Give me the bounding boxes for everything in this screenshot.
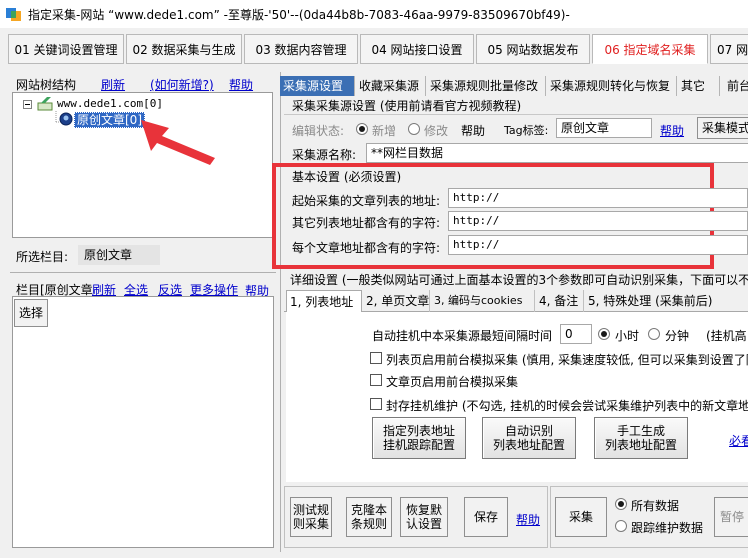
source-name-input[interactable]: **网栏目数据 [366,143,748,163]
select-button[interactable]: 选择 [14,299,48,327]
tab-data-content[interactable]: 03 数据内容管理 [244,34,358,64]
auto-detect-button[interactable]: 自动识别 列表地址配置 [482,417,576,459]
app-icon [6,8,21,21]
tab-site-interface[interactable]: 04 网站接口设置 [360,34,474,64]
source-name-label: 采集源名称: [292,148,357,162]
tab-other[interactable]: 其它 [678,76,720,96]
detail-settings-title: 详细设置 (一般类似网站可通过上面基本设置的3个参数即可自动识别采集，下面可以不… [290,273,748,287]
divider [10,272,276,273]
modify-label: 修改 [424,124,449,138]
collect-button[interactable]: 采集 [555,497,607,537]
tag-help-link[interactable]: 帮助 [660,122,684,139]
list-url-input[interactable]: http:// [448,211,748,231]
tab-encoding-cookies[interactable]: 3, 编码与cookies [431,290,535,312]
track-data-radio[interactable] [615,520,627,532]
modify-radio[interactable] [408,123,420,135]
seal-maintain-checkbox[interactable] [370,398,382,410]
save-button[interactable]: 保存 [464,497,508,537]
tab-keyword-settings[interactable]: 01 关键词设置管理 [8,34,124,64]
tab-site-07[interactable]: 07 网 [710,34,748,64]
hour-label: 小时 [615,329,640,343]
tag-input[interactable]: 原创文章 [556,118,652,138]
article-url-label: 每个文章地址都含有的字符: [292,241,441,255]
title-bar: 指定采集-网站 “www.dede1.com” -至尊版-'50'--(0da4… [0,0,748,28]
interval-input[interactable]: 0 [560,324,592,344]
restore-default-button[interactable]: 恢复默 认设置 [400,497,448,537]
article-node-icon [59,112,73,126]
list-address-track-button[interactable]: 指定列表地址 挂机跟踪配置 [372,417,466,459]
bottom-help-link[interactable]: 帮助 [516,511,540,528]
edit-help-text: 帮助 [461,124,486,138]
article-url-input[interactable]: http:// [448,235,748,255]
tab-batch-modify[interactable]: 采集源规则批量修改 [427,76,546,96]
tab-notes[interactable]: 4, 备注 [536,290,584,312]
basic-settings-title: 基本设置 (必须设置) [292,170,402,184]
interval-label: 自动挂机中本采集源最短间隔时间 [372,329,553,343]
splitter[interactable] [280,72,281,552]
tab-special-processing[interactable]: 5, 特殊处理 (采集前后) [585,290,712,312]
top-tab-bar: 01 关键词设置管理 02 数据采集与生成 03 数据内容管理 04 网站接口设… [0,30,748,68]
minute-radio[interactable] [648,328,660,340]
source-section-title: 采集采集源设置 (使用前请看官方视频教程) [292,99,522,113]
tab-single-article[interactable]: 2, 单页文章 [363,290,430,312]
track-data-label: 跟踪维护数据 [631,521,704,535]
edit-state-label: 编辑状态: [292,124,345,138]
site-icon [37,97,53,111]
article-simulate-label: 文章页启用前台模拟采集 [386,375,519,389]
tab-source-settings[interactable]: 采集源设置 [280,76,355,96]
tab-site-publish[interactable]: 05 网站数据发布 [476,34,590,64]
minute-label: 分钟 [665,329,690,343]
tab-favorite-sources[interactable]: 收藏采集源 [356,76,426,96]
tree-root-item[interactable]: www.dede1.com[0] [57,97,163,110]
test-rule-button[interactable]: 测试规 则采集 [290,497,332,537]
list-url-label: 其它列表地址都含有的字符: [292,216,441,230]
tag-label: Tag标签: [504,124,549,137]
selected-column-value: 原创文章 [78,245,160,265]
tree-help-link[interactable]: 帮助 [229,76,253,93]
tab-front[interactable]: 前台 [724,76,748,96]
tab-data-collect[interactable]: 02 数据采集与生成 [126,34,242,64]
tab-list-address[interactable]: 1, 列表地址 [286,290,362,312]
list-address-panel: 自动挂机中本采集源最短间隔时间 0 小时 分钟 (挂机高 列表页启用前台模拟采集… [286,312,748,482]
list-simulate-label: 列表页启用前台模拟采集 (慎用, 采集速度较低, 但可以采集到设置了防 [386,353,748,367]
manual-generate-button[interactable]: 手工生成 列表地址配置 [594,417,688,459]
hour-radio[interactable] [598,328,610,340]
window-title: 指定采集-网站 “www.dede1.com” -至尊版-'50'--(0da4… [28,8,570,22]
start-url-input[interactable]: http:// [448,188,748,208]
annotation-arrow [141,120,215,165]
tree-refresh-link[interactable]: 刷新 [101,76,125,93]
new-label: 新增 [372,124,397,138]
pause-button[interactable]: 暂停 [714,497,748,537]
all-data-label: 所有数据 [631,499,680,513]
tab-domain-collect[interactable]: 06 指定域名采集 [592,34,708,64]
divider [284,114,748,115]
all-data-radio[interactable] [615,498,627,510]
selected-column-label: 所选栏目: [16,250,69,264]
how-add-link[interactable]: (如何新增?) [150,76,214,93]
interval-suffix: (挂机高 [706,329,747,343]
start-url-label: 起始采集的文章列表的地址: [292,194,441,208]
list-simulate-checkbox[interactable] [370,352,382,364]
column-list[interactable] [12,296,274,548]
seal-maintain-label: 封存挂机维护 (不勾选, 挂机的时候会尝试采集维护列表中的新文章地 [386,399,748,413]
article-simulate-checkbox[interactable] [370,374,382,386]
tab-convert-restore[interactable]: 采集源规则转化与恢复 [547,76,677,96]
collect-mode-button[interactable]: 采集模式 [697,117,748,139]
new-radio[interactable] [356,123,368,135]
tree-title: 网站树结构 [16,78,77,92]
must-read-link[interactable]: 必看 [729,432,748,449]
clone-rule-button[interactable]: 克隆本 条规则 [346,497,392,537]
